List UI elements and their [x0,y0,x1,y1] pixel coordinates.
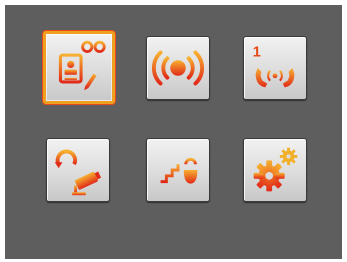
menu-screen: 1 [5,5,342,259]
stairs-light-icon [160,157,198,184]
call-badge: 1 [253,44,261,60]
settings-gears-icon [253,147,298,192]
address-book-voicemail-icon [58,40,106,91]
call-one-icon: 1 [253,44,295,88]
menu-tile-alarm[interactable] [146,36,210,100]
menu-tile-camera[interactable] [46,138,110,202]
menu-tile-settings[interactable] [243,138,307,202]
menu-tile-contacts[interactable] [43,31,115,104]
camera-cycle-icon [54,149,102,196]
menu-tile-stairs-light[interactable] [146,138,210,202]
menu-tile-call[interactable]: 1 [243,36,307,100]
alarm-broadcast-icon [151,50,205,86]
